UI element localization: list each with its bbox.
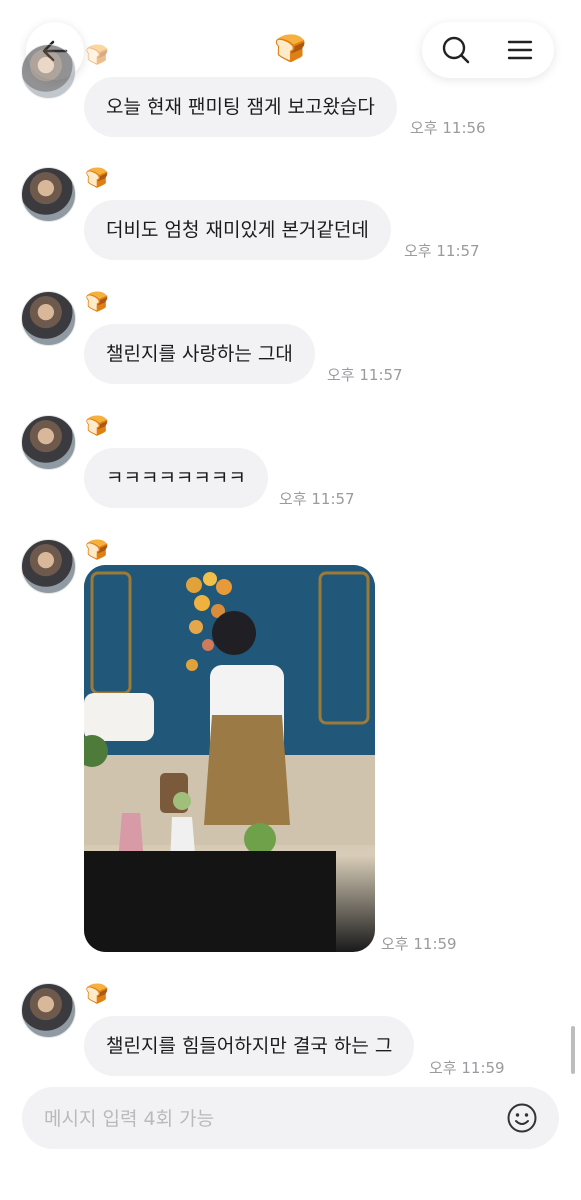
message-photo[interactable] [84, 565, 375, 952]
message-bubble[interactable]: 챌린지를 힘들어하지만 결국 하는 그 [84, 1016, 415, 1076]
sender-avatar[interactable] [21, 291, 76, 346]
sender-name-emoji: 🍞 [85, 291, 109, 313]
message-timestamp: 오후 11:57 [327, 366, 403, 384]
menu-button[interactable] [490, 22, 550, 78]
message-bubble[interactable]: ㅋㅋㅋㅋㅋㅋㅋㅋ [84, 448, 268, 508]
sender-name-emoji: 🍞 [85, 44, 109, 66]
message-bubble[interactable]: 챌린지를 사랑하는 그대 [84, 324, 315, 384]
message-timestamp: 오후 11:57 [404, 242, 480, 260]
emoji-button[interactable] [504, 1100, 540, 1136]
search-button[interactable] [426, 22, 486, 78]
sender-avatar[interactable] [21, 44, 76, 99]
photo-content [84, 565, 375, 952]
sender-name-emoji: 🍞 [85, 539, 109, 561]
sender-name-emoji: 🍞 [85, 983, 109, 1005]
message-bubble[interactable]: 더비도 엄청 재미있게 본거같던데 [84, 200, 391, 260]
smiley-face-icon [507, 1103, 537, 1133]
hamburger-menu-icon [507, 40, 533, 60]
message-timestamp: 오후 11:57 [279, 490, 355, 508]
search-icon [442, 36, 470, 64]
message-bubble[interactable]: 오늘 현재 팬미팅 잼게 보고왔습다 [84, 77, 397, 137]
message-composer [22, 1087, 559, 1151]
sender-avatar[interactable] [21, 983, 76, 1038]
bottom-safe-area [0, 1160, 581, 1200]
sender-avatar[interactable] [21, 167, 76, 222]
header-actions [422, 22, 554, 78]
message-timestamp: 오후 11:59 [429, 1059, 505, 1077]
sender-name-emoji: 🍞 [85, 415, 109, 437]
scrollbar[interactable] [571, 1026, 575, 1074]
sender-name-emoji: 🍞 [85, 167, 109, 189]
message-timestamp: 오후 11:59 [381, 935, 457, 953]
message-input[interactable] [42, 1087, 506, 1151]
sender-avatar[interactable] [21, 539, 76, 594]
message-timestamp: 오후 11:56 [410, 119, 486, 137]
chat-title-emoji: 🍞 [274, 34, 307, 64]
sender-avatar[interactable] [21, 415, 76, 470]
